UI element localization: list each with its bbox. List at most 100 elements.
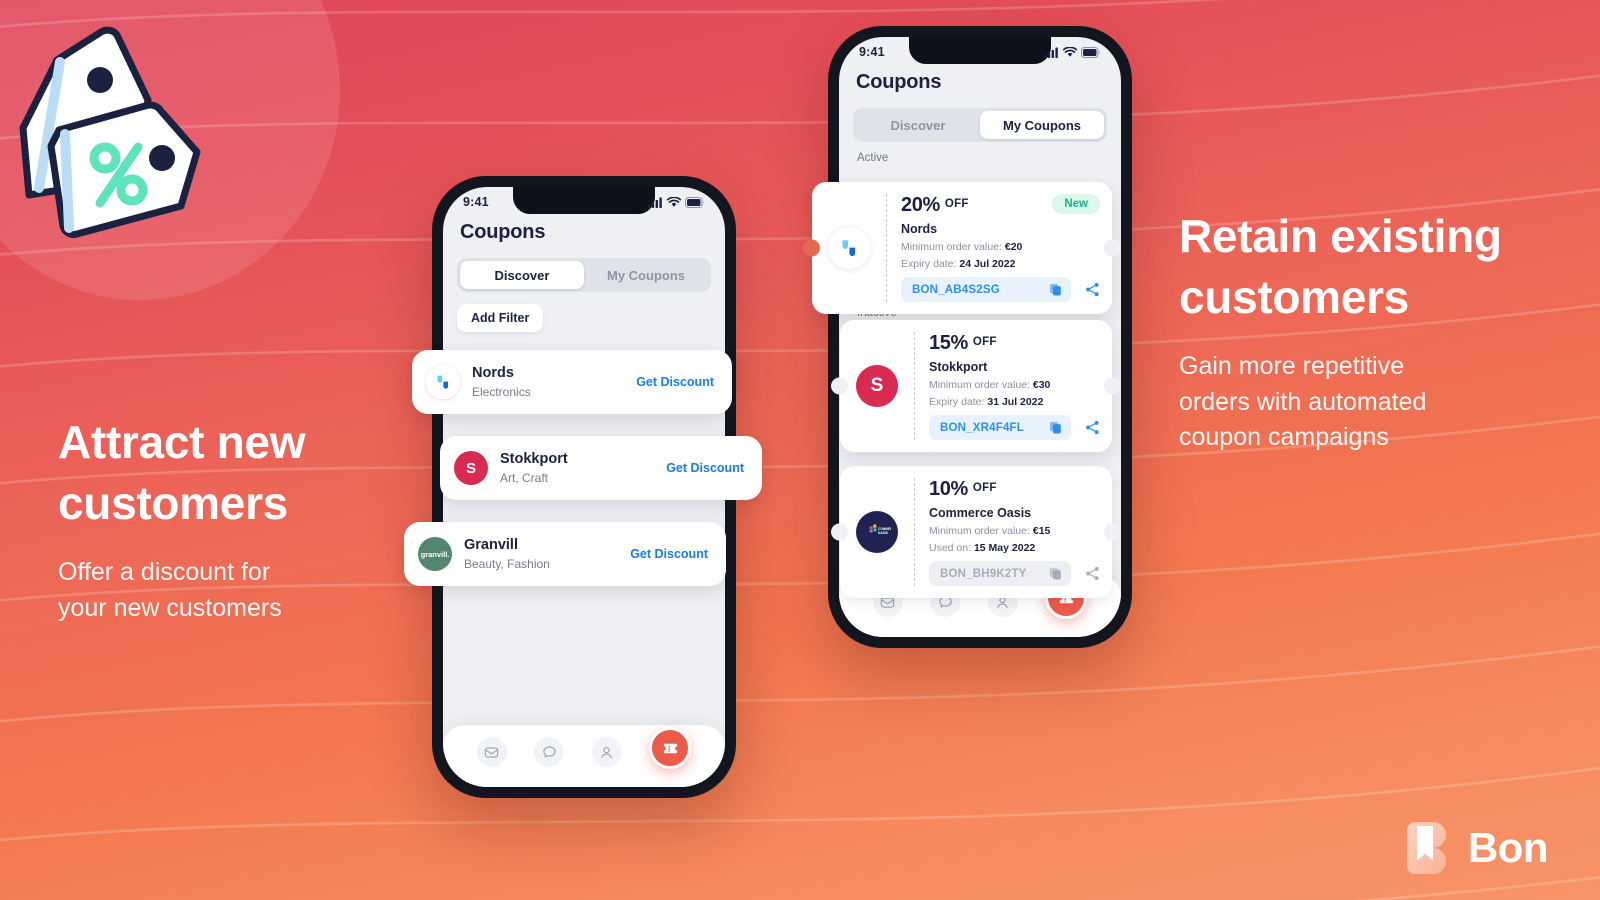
copy-icon [1049, 567, 1061, 580]
coupon-code-value: BON_XR4F4FL [940, 421, 1024, 434]
coupon-date: Expiry date: 24 Jul 2022 [901, 258, 1016, 270]
share-icon [1086, 566, 1099, 581]
copy-icon[interactable] [1049, 421, 1062, 434]
coupon-card-commerce-oasis[interactable]: COMMERCE OASIS 10% OFF Commerce Oasis Mi… [831, 466, 1121, 598]
status-bar: 9:41 [839, 37, 1121, 67]
status-badge-new: New [1052, 194, 1100, 214]
ticket-notch-right [1104, 239, 1121, 257]
coupon-percent: 20% [901, 194, 940, 216]
stokkport-logo-icon: S [454, 451, 488, 485]
coupon-off-label: OFF [972, 482, 997, 494]
wifi-icon [667, 196, 681, 207]
coupon-code-chip: BON_BH9K2TY [929, 561, 1071, 586]
commerce-oasis-logo-icon: COMMERCE OASIS [856, 511, 898, 553]
stokkport-logo-icon: S [856, 365, 898, 407]
get-discount-button[interactable]: Get Discount [630, 547, 708, 561]
battery-icon [1081, 46, 1100, 58]
tab-discover[interactable]: Discover [856, 111, 980, 139]
cellular-icon [648, 197, 662, 208]
ticket-notch-left [831, 377, 848, 395]
coupon-merchant: Stokkport [929, 360, 988, 374]
copy-block-left: Attract new customers Offer a discount f… [58, 412, 488, 626]
coupon-merchant: Nords [901, 222, 938, 236]
chat-icon [543, 746, 556, 757]
merchant-card-granvill[interactable]: granvill. Granvill Beauty, Fashion Get D… [404, 522, 726, 586]
tab-discover[interactable]: Discover [460, 261, 584, 289]
nav-chat[interactable] [534, 737, 565, 767]
coupon-min-order: Minimum order value: €15 [929, 525, 1051, 537]
copy-left-heading: Attract new customers [58, 416, 306, 529]
nords-logo-icon [828, 227, 870, 269]
ticket-perforation [914, 332, 915, 440]
status-bar: 9:41 [443, 187, 725, 217]
add-filter-button[interactable]: Add Filter [457, 304, 544, 332]
merchant-card-stokkport[interactable]: S Stokkport Art, Craft Get Discount [440, 436, 762, 500]
commerce-oasis-mark-icon: COMMERCE OASIS [869, 524, 891, 535]
tab-my-coupons[interactable]: My Coupons [584, 261, 708, 289]
get-discount-button[interactable]: Get Discount [636, 375, 714, 389]
merchant-info: Stokkport Art, Craft [500, 451, 654, 485]
coupon-logo-column: COMMERCE OASIS [840, 511, 914, 553]
nords-drops-icon [437, 375, 449, 389]
coupon-merchant: Commerce Oasis [929, 506, 1032, 520]
merchant-name: Nords [472, 365, 514, 382]
nords-logo-icon [426, 365, 460, 399]
inbox-icon [484, 746, 499, 758]
cellular-icon [1044, 47, 1058, 58]
merchant-category: Beauty, Fashion [464, 556, 550, 571]
coupon-headline: 10% OFF [929, 478, 1100, 501]
coupon-logo-column: S [840, 365, 914, 407]
bookmark-b-icon [1406, 822, 1446, 874]
section-label-active: Active [857, 152, 889, 164]
status-time: 9:41 [859, 45, 885, 59]
coupon-min-order: Minimum order value: €30 [929, 379, 1051, 391]
get-discount-button[interactable]: Get Discount [666, 461, 744, 475]
copy-icon[interactable] [1049, 283, 1062, 296]
status-icons [648, 196, 705, 208]
tab-my-coupons[interactable]: My Coupons [980, 111, 1104, 139]
copy-right-heading: Retain existing customers [1179, 210, 1502, 323]
coupon-code-row: BON_AB4S2SG [901, 277, 1100, 302]
battery-icon [685, 196, 704, 208]
nav-coupons[interactable] [649, 727, 692, 769]
brand-name: Bon [1467, 824, 1549, 871]
coupon-details: 10% OFF Commerce Oasis Minimum order val… [929, 478, 1100, 586]
nav-profile[interactable] [591, 737, 622, 767]
granvill-logo-icon: granvill. [418, 537, 452, 571]
coupon-details: 15% OFF Stokkport Minimum order value: €… [929, 332, 1100, 440]
person-icon [601, 746, 612, 758]
ticket-notch-right [1104, 377, 1121, 395]
merchant-card-nords[interactable]: Nords Electronics Get Discount [412, 350, 732, 414]
coupon-percent: 15% [929, 332, 968, 354]
coupon-code-value: BON_BH9K2TY [940, 567, 1027, 580]
ticket-perforation [886, 194, 887, 302]
coupon-percent: 10% [929, 478, 968, 500]
coupon-logo-column [812, 227, 886, 269]
coupon-headline: 15% OFF [929, 332, 1100, 355]
coupon-card-stokkport[interactable]: S 15% OFF Stokkport Minimum order value:… [831, 320, 1121, 452]
tab-bar: Discover My Coupons [853, 108, 1107, 142]
bottom-nav [443, 725, 725, 787]
coupon-details: 20% OFF New Nords Minimum order value: €… [901, 194, 1100, 302]
merchant-info: Nords Electronics [472, 365, 624, 399]
page-title: Coupons [856, 71, 942, 93]
nords-drops-icon [842, 240, 856, 257]
coupon-headline: 20% OFF New [901, 194, 1100, 217]
svg-text:OASIS: OASIS [878, 531, 888, 535]
coupon-card-nords[interactable]: 20% OFF New Nords Minimum order value: €… [803, 182, 1121, 314]
merchant-category: Art, Craft [500, 470, 549, 485]
status-icons [1044, 46, 1101, 58]
merchant-name: Stokkport [500, 451, 568, 468]
coupon-code-chip[interactable]: BON_XR4F4FL [929, 415, 1071, 440]
ticket-notch-left [803, 239, 820, 257]
merchant-name: Granvill [464, 537, 518, 554]
wifi-icon [1063, 46, 1077, 57]
coupon-date: Expiry date: 31 Jul 2022 [929, 396, 1044, 408]
ticket-notch-right [1104, 523, 1121, 541]
nav-inbox[interactable] [476, 737, 507, 767]
brand-logo: Bon [1403, 820, 1549, 876]
share-icon[interactable] [1085, 420, 1100, 435]
ticket-icon [663, 743, 677, 753]
share-icon[interactable] [1085, 282, 1100, 297]
coupon-code-chip[interactable]: BON_AB4S2SG [901, 277, 1071, 302]
